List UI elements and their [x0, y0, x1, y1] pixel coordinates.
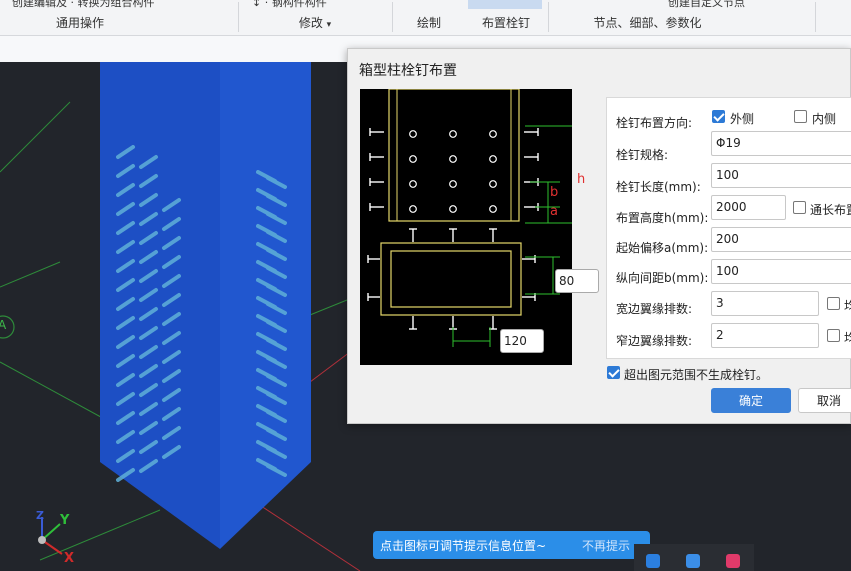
ribbon-group-modify-top[interactable]: ↕ · 钢构件构件 — [240, 0, 390, 8]
wide-even-label: 均 — [844, 299, 851, 313]
app-grid-icon[interactable] — [686, 554, 700, 568]
height-input[interactable]: 2000 — [711, 195, 786, 220]
ribbon: 创建编辑及 · 转换为组合构件 通用操作 ↕ · 钢构件构件 修改 ▾ 绘制 布… — [0, 0, 851, 36]
stud-dot — [449, 155, 457, 163]
label-b: b — [550, 185, 559, 200]
ribbon-separator — [392, 2, 393, 32]
stud-dot — [449, 180, 457, 188]
length-label: 栓钉长度(mm): — [616, 180, 701, 194]
spacing-label: 纵向间距b(mm): — [616, 271, 709, 285]
ribbon-group-general: 创建编辑及 · 转换为组合构件 通用操作 — [0, 0, 160, 36]
origin-dot — [38, 536, 46, 544]
full-length-label: 通长布置 — [810, 203, 851, 217]
narrow-rows-label: 窄边翼缘排数: — [616, 334, 693, 348]
bluetooth-icon[interactable] — [646, 554, 660, 568]
stud-layout-dialog: 箱型柱栓钉布置 h b a 80 120 栓钉布置方向: 外侧 内侧 栓钉规格:… — [347, 48, 851, 424]
grid-line — [309, 351, 351, 383]
grid-line — [304, 299, 348, 318]
preview-svg — [367, 88, 580, 347]
stud-preview-diagram: h b a 80 120 — [360, 88, 599, 365]
ribbon-separator — [238, 2, 239, 32]
x-axis-label: X — [64, 551, 75, 566]
ok-button[interactable]: 确定 — [711, 388, 791, 413]
cancel-button[interactable]: 取消 — [798, 388, 851, 413]
ribbon-group-general-top[interactable]: 创建编辑及 · 转换为组合构件 — [0, 0, 160, 8]
toast-dismiss-link[interactable]: 不再提示 — [582, 537, 630, 554]
ribbon-group-stud[interactable]: 布置栓钉 — [466, 0, 546, 36]
grid-line — [0, 101, 71, 173]
preview-dimension-lines — [525, 125, 580, 224]
stud-dot — [489, 155, 497, 163]
preview-stud-dots — [409, 130, 497, 213]
grid-line — [0, 361, 111, 423]
plan-outline-inner — [390, 250, 512, 308]
inner-checkbox[interactable] — [794, 110, 807, 123]
axis-label-a: A — [0, 318, 7, 332]
out-of-range-label: 超出图元范围不生成栓钉。 — [624, 368, 769, 382]
preview-stud-ticks — [367, 128, 539, 330]
ribbon-separator — [548, 2, 549, 32]
spec-dropdown[interactable]: Φ19 — [711, 131, 851, 156]
offset-label: 起始偏移a(mm): — [616, 241, 709, 255]
stud-dot — [489, 205, 497, 213]
stud-dot — [489, 130, 497, 138]
outer-checkbox-label: 外侧 — [730, 112, 755, 126]
plan-outline-outer — [380, 242, 522, 316]
dim-80-label: 80 — [555, 269, 599, 293]
ribbon-group-nodes: 创建自定义节点 节点、细部、参数化 — [550, 0, 815, 36]
outer-checkbox[interactable] — [712, 110, 725, 123]
spacing-input[interactable]: 100 — [711, 259, 851, 284]
wide-rows-input[interactable]: 3 — [711, 291, 819, 316]
ribbon-group-stud-caption: 布置栓钉 — [481, 16, 530, 30]
narrow-rows-input[interactable]: 2 — [711, 323, 819, 348]
label-h: h — [577, 172, 586, 187]
stud-dot — [449, 130, 457, 138]
elevation-outline — [388, 88, 520, 222]
out-of-range-checkbox[interactable] — [607, 366, 620, 379]
stud-dot — [489, 180, 497, 188]
spec-label: 栓钉规格: — [616, 148, 669, 162]
ribbon-group-modify: ↕ · 钢构件构件 修改 ▾ — [240, 0, 390, 36]
direction-label: 栓钉布置方向: — [616, 116, 693, 130]
stud-dot — [409, 180, 417, 188]
label-a: a — [550, 204, 558, 219]
modify-caption-text: 修改 — [298, 16, 323, 30]
grid-line — [39, 509, 161, 561]
stud-dot — [409, 130, 417, 138]
box-column-right-face — [220, 62, 311, 549]
dim-120-label: 120 — [500, 329, 544, 353]
height-label: 布置高度h(mm): — [616, 211, 709, 225]
ribbon-group-draw-caption: 绘制 — [416, 16, 441, 30]
stud-dot — [409, 205, 417, 213]
stud-dot — [449, 205, 457, 213]
dialog-title: 箱型柱栓钉布置 — [359, 63, 457, 79]
offset-input[interactable]: 200 — [711, 227, 851, 252]
ribbon-group-nodes-caption: 节点、细部、参数化 — [593, 16, 702, 30]
narrow-even-label: 均 — [844, 331, 851, 345]
flag-app-icon[interactable] — [726, 554, 740, 568]
wide-rows-label: 宽边翼缘排数: — [616, 302, 693, 316]
ribbon-group-general-caption: 通用操作 — [55, 16, 104, 30]
grid-line — [0, 261, 61, 288]
tip-toast[interactable]: 点击图标可调节提示信息位置~ 不再提示 — [373, 531, 650, 559]
ribbon-separator — [815, 2, 816, 32]
narrow-even-checkbox[interactable] — [827, 329, 840, 342]
full-length-checkbox[interactable] — [793, 201, 806, 214]
box-column-left-face — [100, 62, 220, 549]
system-tray — [634, 544, 754, 571]
stud-parameters-panel: 栓钉布置方向: 外侧 内侧 栓钉规格: Φ19 栓钉长度(mm): 100 布置… — [606, 97, 851, 359]
ribbon-group-modify-caption[interactable]: 修改 ▾ — [240, 14, 390, 31]
grid-line — [254, 501, 361, 571]
inner-checkbox-label: 内侧 — [812, 112, 837, 126]
toast-message: 点击图标可调节提示信息位置~ — [380, 539, 547, 553]
length-input[interactable]: 100 — [711, 163, 851, 188]
ribbon-group-nodes-top[interactable]: 创建自定义节点 — [550, 0, 815, 8]
stud-dot — [409, 155, 417, 163]
wide-even-checkbox[interactable] — [827, 297, 840, 310]
ribbon-group-draw[interactable]: 绘制 — [394, 0, 464, 36]
z-axis-label: Z — [36, 509, 44, 522]
chevron-down-icon: ▾ — [326, 20, 332, 30]
y-axis-label: Y — [60, 513, 70, 528]
